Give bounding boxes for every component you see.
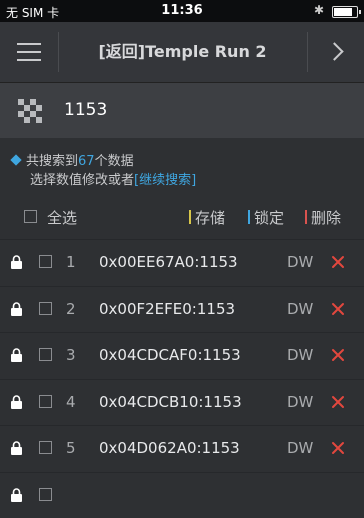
row-address[interactable]: 0x00F2EFE0:1153 — [99, 300, 235, 318]
search-bar — [0, 83, 364, 138]
instruction-line: 选择数值修改或者[继续搜索] — [12, 171, 196, 190]
row-number: 5 — [66, 439, 76, 457]
diamond-icon — [10, 154, 21, 165]
row-checkbox[interactable] — [39, 302, 52, 315]
save-label: 存储 — [195, 209, 225, 227]
row-number: 2 — [66, 300, 76, 318]
result-count-line: 共搜索到67个数据 — [12, 152, 196, 171]
next-button[interactable] — [308, 22, 364, 82]
result-list: 1 0x00EE67A0:1153 DW 2 0x00F2EFE0:1153 D… — [0, 239, 364, 518]
nav-title[interactable]: [返回]Temple Run 2 — [58, 22, 307, 82]
lock-button[interactable]: 锁定 — [248, 207, 284, 228]
row-checkbox[interactable] — [39, 395, 52, 408]
lock-indicator — [248, 210, 250, 224]
select-all-label[interactable]: 全选 — [47, 207, 77, 228]
lock-icon[interactable] — [10, 395, 23, 409]
row-address[interactable]: 0x04CDCAF0:1153 — [99, 346, 241, 364]
row-type: DW — [287, 253, 313, 271]
row-address[interactable]: 0x04D062A0:1153 — [99, 439, 240, 457]
delete-indicator — [305, 210, 307, 224]
row-checkbox[interactable] — [39, 488, 52, 501]
status-bar: 无 SIM 卡 11:36 ✱ — [0, 0, 364, 22]
delete-x-icon[interactable] — [331, 302, 345, 316]
row-type: DW — [287, 300, 313, 318]
delete-x-icon[interactable] — [331, 255, 345, 269]
battery-icon — [332, 6, 358, 18]
result-prefix: 共搜索到 — [26, 154, 78, 169]
clock: 11:36 — [0, 3, 364, 18]
search-input[interactable] — [64, 93, 344, 127]
row-type: DW — [287, 439, 313, 457]
instruction-text: 选择数值修改或者 — [30, 173, 134, 188]
row-checkbox[interactable] — [39, 255, 52, 268]
list-item[interactable]: 4 0x04CDCB10:1153 DW — [0, 379, 364, 426]
bluetooth-icon: ✱ — [314, 3, 324, 17]
menu-button[interactable] — [0, 22, 58, 82]
row-number: 4 — [66, 393, 76, 411]
lock-icon[interactable] — [10, 255, 23, 269]
row-number: 3 — [66, 346, 76, 364]
row-number: 1 — [66, 253, 76, 271]
save-button[interactable]: 存储 — [189, 207, 225, 228]
list-item[interactable]: 2 0x00F2EFE0:1153 DW — [0, 286, 364, 333]
row-address[interactable]: 0x04CDCB10:1153 — [99, 393, 242, 411]
lock-icon[interactable] — [10, 441, 23, 455]
result-suffix: 个数据 — [95, 154, 134, 169]
list-item[interactable]: 5 0x04D062A0:1153 DW — [0, 425, 364, 472]
delete-button[interactable]: 删除 — [305, 207, 341, 228]
lock-label: 锁定 — [254, 209, 284, 227]
row-address[interactable]: 0x00EE67A0:1153 — [99, 253, 238, 271]
list-item[interactable]: 1 0x00EE67A0:1153 DW — [0, 239, 364, 286]
row-checkbox[interactable] — [39, 348, 52, 361]
row-checkbox[interactable] — [39, 441, 52, 454]
save-indicator — [189, 210, 191, 224]
row-type: DW — [287, 393, 313, 411]
list-header: 全选 存储 锁定 删除 — [0, 202, 364, 232]
chevron-right-icon — [325, 42, 343, 60]
list-item[interactable]: 3 0x04CDCAF0:1153 DW — [0, 332, 364, 379]
list-item[interactable] — [0, 472, 364, 518]
select-all-checkbox[interactable] — [24, 210, 37, 223]
lock-icon[interactable] — [10, 302, 23, 316]
row-type: DW — [287, 346, 313, 364]
lock-icon[interactable] — [10, 348, 23, 362]
delete-label: 删除 — [311, 209, 341, 227]
delete-x-icon[interactable] — [331, 348, 345, 362]
delete-x-icon[interactable] — [331, 395, 345, 409]
search-result-info: 共搜索到67个数据 选择数值修改或者[继续搜索] — [12, 152, 196, 190]
continue-search-link[interactable]: [继续搜索] — [134, 173, 196, 188]
delete-x-icon[interactable] — [331, 441, 345, 455]
checkerboard-icon — [18, 99, 42, 123]
nav-bar: [返回]Temple Run 2 — [0, 22, 364, 83]
result-count: 67 — [78, 154, 95, 169]
lock-icon[interactable] — [10, 488, 23, 502]
